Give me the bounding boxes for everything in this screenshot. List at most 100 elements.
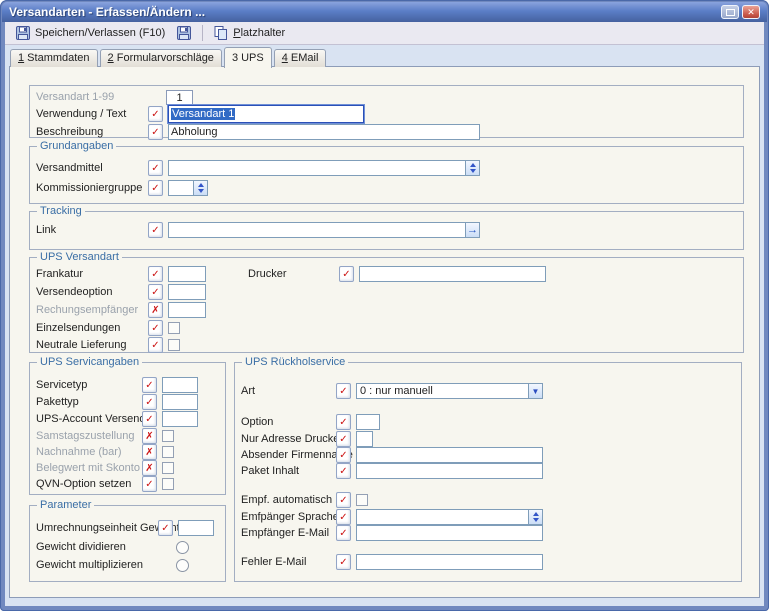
drucker-row: Drucker ✓ xyxy=(240,266,546,282)
versendeoption-input[interactable] xyxy=(168,284,206,300)
belegwert-checkbox[interactable] xyxy=(162,462,174,474)
field-check-icon[interactable]: ✓ xyxy=(142,411,157,427)
fehler-email-input[interactable] xyxy=(356,554,543,570)
field-check-icon[interactable]: ✓ xyxy=(336,463,351,479)
versandart-nr-row: Versandart 1-99 1 xyxy=(30,89,743,105)
field-check-icon[interactable]: ✓ xyxy=(336,414,351,430)
dropdown-button[interactable]: ▼ xyxy=(528,383,543,399)
placeholder-button[interactable]: Platzhalter xyxy=(208,23,291,43)
dividieren-radio[interactable] xyxy=(176,540,189,554)
toolbar: Speichern/Verlassen (F10) Platzhalter xyxy=(5,22,764,45)
servicetyp-input[interactable] xyxy=(162,377,198,393)
field-check-icon[interactable]: ✓ xyxy=(148,124,163,140)
neutrale-lieferung-checkbox[interactable] xyxy=(168,339,180,351)
field-check-icon[interactable]: ✓ xyxy=(142,476,157,492)
belegwert-row: Belegwert mit Skonto ✗ xyxy=(30,460,225,476)
versandmittel-select[interactable] xyxy=(168,160,480,176)
tab-email[interactable]: 4 EMail xyxy=(273,49,327,67)
multiplizieren-radio[interactable] xyxy=(176,558,189,572)
spinner-button[interactable] xyxy=(465,160,480,176)
field-check-icon[interactable]: ✓ xyxy=(148,160,163,176)
versandart-nr-value: 1 xyxy=(166,89,193,105)
link-field[interactable]: → xyxy=(168,222,480,238)
option-input[interactable] xyxy=(356,414,380,430)
nur-adresse-input[interactable] xyxy=(356,431,373,447)
field-check-icon[interactable]: ✓ xyxy=(148,337,163,353)
save-button[interactable] xyxy=(171,23,197,43)
ups-versandart-group: UPS Versandart Frankatur ✓ Versendeoptio… xyxy=(29,251,744,353)
fehler-email-row: Fehler E-Mail ✓ xyxy=(235,554,741,570)
link-input[interactable] xyxy=(168,222,465,238)
qvn-checkbox[interactable] xyxy=(162,478,174,490)
empf-auto-checkbox[interactable] xyxy=(356,494,368,506)
field-check-icon[interactable]: ✓ xyxy=(148,284,163,300)
field-check-icon[interactable]: ✓ xyxy=(148,320,163,336)
absender-row: Absender Firmenname ✓ xyxy=(235,447,741,463)
field-check-icon[interactable]: ✓ xyxy=(336,554,351,570)
field-check-icon[interactable]: ✓ xyxy=(336,492,351,508)
toolbar-separator xyxy=(202,25,204,41)
multiplizieren-row: Gewicht multiplizieren xyxy=(30,558,225,572)
versandmittel-label: Versandmittel xyxy=(36,162,103,174)
field-cross-icon[interactable]: ✗ xyxy=(142,428,157,444)
field-cross-icon[interactable]: ✗ xyxy=(142,460,157,476)
title-bar: Versandarten - Erfassen/Ändern ... ✕ xyxy=(2,2,767,22)
field-check-icon[interactable]: ✓ xyxy=(142,377,157,393)
field-check-icon[interactable]: ✓ xyxy=(336,509,351,525)
einzelsendungen-checkbox[interactable] xyxy=(168,322,180,334)
verwendung-input[interactable]: Versandart 1 xyxy=(167,104,365,124)
close-button[interactable]: ✕ xyxy=(742,5,760,19)
ups-servicangaben-legend: UPS Servicangaben xyxy=(37,356,143,368)
field-check-icon[interactable]: ✓ xyxy=(336,447,351,463)
spin-up-icon xyxy=(197,183,204,187)
samstagszustellung-row: Samstagszustellung ✗ xyxy=(30,428,225,444)
samstagszustellung-checkbox[interactable] xyxy=(162,430,174,442)
rechnungsempfaenger-input[interactable] xyxy=(168,302,206,318)
field-cross-icon[interactable]: ✗ xyxy=(148,302,163,318)
beschreibung-input[interactable] xyxy=(168,124,480,140)
tab-ups[interactable]: 3 UPS xyxy=(223,47,272,68)
field-check-icon[interactable]: ✓ xyxy=(336,383,351,399)
kommissioniergruppe-input[interactable] xyxy=(168,180,193,196)
art-dropdown[interactable]: 0 : nur manuell ▼ xyxy=(356,383,543,399)
rechnungsempfaenger-row: Rechungsempfänger ✗ xyxy=(30,302,743,318)
field-check-icon[interactable]: ✓ xyxy=(148,106,163,122)
field-check-icon[interactable]: ✓ xyxy=(142,394,157,410)
kommissioniergruppe-select[interactable] xyxy=(168,180,208,196)
empf-sprache-input[interactable] xyxy=(356,509,528,525)
spin-up-icon xyxy=(469,163,476,167)
selected-text: Versandart 1 xyxy=(171,108,236,120)
dividieren-row: Gewicht dividieren xyxy=(30,540,225,554)
option-row: Option ✓ xyxy=(235,414,741,430)
empf-sprache-select[interactable] xyxy=(356,509,543,525)
spinner-button[interactable] xyxy=(528,509,543,525)
spinner-button[interactable] xyxy=(193,180,208,196)
drucker-input[interactable] xyxy=(359,266,546,282)
pakettyp-input[interactable] xyxy=(162,394,198,410)
frankatur-input[interactable] xyxy=(168,266,206,282)
paket-inhalt-input[interactable] xyxy=(356,463,543,479)
save-exit-button[interactable]: Speichern/Verlassen (F10) xyxy=(10,23,171,43)
nachnahme-checkbox[interactable] xyxy=(162,446,174,458)
field-check-icon[interactable]: ✓ xyxy=(148,180,163,196)
link-row: Link ✓ → xyxy=(30,222,743,238)
empf-email-input[interactable] xyxy=(356,525,543,541)
tab-stammdaten[interactable]: 1 Stammdaten xyxy=(10,49,98,67)
field-check-icon[interactable]: ✓ xyxy=(336,431,351,447)
ups-rueckholservice-group: UPS Rückholservice Art ✓ 0 : nur manuell… xyxy=(234,356,742,582)
field-check-icon[interactable]: ✓ xyxy=(336,525,351,541)
versendeoption-label: Versendeoption xyxy=(36,286,113,298)
absender-input[interactable] xyxy=(356,447,543,463)
field-check-icon[interactable]: ✓ xyxy=(148,266,163,282)
versandmittel-input[interactable] xyxy=(168,160,465,176)
tab-formularvorschlaege[interactable]: 2 Formularvorschläge xyxy=(99,49,222,67)
open-link-button[interactable]: → xyxy=(465,222,480,238)
field-cross-icon[interactable]: ✗ xyxy=(142,444,157,460)
umrechnung-input[interactable] xyxy=(178,520,214,536)
field-check-icon[interactable]: ✓ xyxy=(148,222,163,238)
restore-button[interactable] xyxy=(721,5,739,19)
ups-account-input[interactable] xyxy=(162,411,198,427)
ups-account-label: UPS-Account Versender xyxy=(36,413,156,425)
field-check-icon[interactable]: ✓ xyxy=(158,520,173,536)
field-check-icon[interactable]: ✓ xyxy=(339,266,354,282)
